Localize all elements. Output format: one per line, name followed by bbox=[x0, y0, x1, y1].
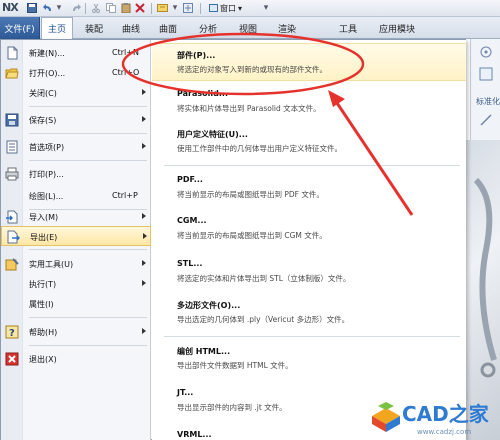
menu-item-export[interactable]: 导出(E) bbox=[1, 226, 151, 246]
window-menu-label: 窗口 bbox=[220, 3, 236, 13]
repeat-command-icon[interactable] bbox=[156, 2, 170, 14]
touch-mode-icon[interactable] bbox=[182, 2, 194, 14]
quick-access-toolbar: NX ▾ ▾ 窗口 ▾ ▾ bbox=[0, 0, 500, 17]
export-submenu: 部件(P)... 将选定的对象写入到新的或现有的部件文件。 Parasolid.… bbox=[152, 40, 466, 440]
menu-item-import[interactable]: 导入(M) bbox=[1, 207, 151, 227]
export-option-stl[interactable]: STL... 将选定的实体和片体导出到 STL（立体制版）文件。 bbox=[152, 253, 466, 291]
export-option-polygon[interactable]: 多边形文件(O)... 导出选定的几何体到 .ply（Vericut 多边形）文… bbox=[152, 294, 466, 332]
preferences-icon bbox=[5, 140, 19, 154]
menu-item-properties[interactable]: 属性(I) bbox=[1, 294, 151, 314]
undo-dropdown-icon[interactable]: ▾ bbox=[55, 2, 63, 14]
export-option-pdf[interactable]: PDF... 将当前显示的布局或图纸导出到 PDF 文件。 bbox=[152, 169, 466, 207]
undo-icon[interactable] bbox=[42, 2, 54, 14]
menu-item-execute[interactable]: 执行(T) bbox=[1, 274, 151, 294]
open-folder-icon bbox=[5, 66, 19, 80]
tool-icon[interactable] bbox=[479, 45, 493, 59]
redo-icon[interactable] bbox=[70, 2, 82, 14]
export-option-part[interactable]: 部件(P)... 将选定的对象写入到新的或现有的部件文件。 bbox=[152, 43, 466, 81]
menu-item-open[interactable]: 打开(O)... Ctrl+O bbox=[1, 63, 151, 83]
watermark-url: www.cadzj.com bbox=[417, 428, 472, 436]
exit-icon bbox=[5, 352, 19, 366]
export-option-html[interactable]: 编创 HTML... 导出部件文件数据到 HTML 文件。 bbox=[152, 340, 466, 378]
watermark-text: CAD之家 bbox=[402, 402, 489, 426]
tab-home[interactable]: 主页 bbox=[41, 17, 73, 39]
menu-item-new[interactable]: 新建(N)... Ctrl+N bbox=[1, 43, 151, 63]
line-tool-icon[interactable] bbox=[479, 113, 493, 127]
new-file-icon bbox=[5, 46, 19, 60]
cut-icon[interactable] bbox=[90, 2, 102, 14]
menu-item-exit[interactable]: 退出(X) bbox=[1, 349, 151, 369]
tab-view[interactable]: 视图 bbox=[230, 17, 266, 39]
export-icon bbox=[6, 230, 21, 244]
customize-toolbar-icon[interactable]: ▾ bbox=[262, 2, 270, 14]
chevron-down-icon: ▾ bbox=[238, 3, 243, 13]
tool-icon[interactable] bbox=[479, 67, 493, 81]
window-icon bbox=[209, 4, 218, 12]
menu-item-close[interactable]: 关闭(C) bbox=[1, 83, 151, 103]
nx-logo: NX bbox=[2, 1, 19, 14]
tab-tools[interactable]: 工具 bbox=[330, 17, 366, 39]
tab-file[interactable]: 文件(F) bbox=[0, 17, 40, 39]
tab-curve[interactable]: 曲线 bbox=[114, 17, 148, 39]
import-icon bbox=[5, 210, 19, 224]
menu-item-print[interactable]: 打印(P)... bbox=[1, 164, 151, 184]
tab-render[interactable]: 渲染 bbox=[268, 17, 306, 39]
file-menu-list: 新建(N)... Ctrl+N 打开(O)... Ctrl+O 关闭(C) 保存… bbox=[1, 40, 151, 440]
submenu-arrow-icon bbox=[142, 116, 146, 122]
tab-analysis[interactable]: 分析 bbox=[188, 17, 228, 39]
delete-icon[interactable] bbox=[134, 2, 146, 14]
printer-icon bbox=[5, 167, 19, 181]
submenu-arrow-icon bbox=[142, 328, 146, 334]
standardize-label: 标准化 bbox=[476, 97, 500, 106]
help-icon: ? bbox=[5, 325, 19, 339]
svg-text:?: ? bbox=[9, 328, 15, 339]
save-icon bbox=[5, 113, 19, 127]
menu-item-plot[interactable]: 绘图(L)... Ctrl+P bbox=[1, 186, 151, 206]
ribbon-tab-bar: 文件(F) 主页 装配 曲线 曲面 分析 视图 渲染 工具 应用模块 bbox=[0, 17, 500, 39]
utilities-icon bbox=[5, 257, 19, 271]
submenu-arrow-icon bbox=[142, 260, 146, 266]
submenu-arrow-icon bbox=[142, 143, 146, 149]
menu-item-preferences[interactable]: 首选项(P) bbox=[1, 137, 151, 157]
submenu-arrow-icon bbox=[143, 233, 147, 239]
menu-item-help[interactable]: ? 帮助(H) bbox=[1, 322, 151, 342]
export-option-parasolid[interactable]: Parasolid... 将实体和片体导出到 Parasolid 文本文件。 bbox=[152, 83, 466, 121]
export-option-udf[interactable]: 用户定义特征(U)... 使用工作部件中的几何体导出用户定义特征文件。 bbox=[152, 123, 466, 161]
window-menu[interactable]: 窗口 ▾ bbox=[209, 2, 242, 14]
tab-surface[interactable]: 曲面 bbox=[150, 17, 186, 39]
export-option-cgm[interactable]: CGM... 将当前显示的布局或图纸导出到 CGM 文件。 bbox=[152, 210, 466, 248]
submenu-arrow-icon bbox=[142, 280, 146, 286]
file-menu: 新建(N)... Ctrl+N 打开(O)... Ctrl+O 关闭(C) 保存… bbox=[0, 39, 466, 440]
menu-item-utilities[interactable]: 实用工具(U) bbox=[1, 254, 151, 274]
tab-application[interactable]: 应用模块 bbox=[370, 17, 424, 39]
submenu-arrow-icon bbox=[142, 213, 146, 219]
repeat-dropdown-icon[interactable]: ▾ bbox=[171, 2, 179, 14]
copy-icon[interactable] bbox=[105, 2, 117, 14]
paste-icon[interactable] bbox=[120, 2, 132, 14]
save-icon[interactable] bbox=[26, 2, 38, 14]
tab-assembly[interactable]: 装配 bbox=[75, 17, 113, 39]
submenu-arrow-icon bbox=[142, 89, 146, 95]
menu-item-save[interactable]: 保存(S) bbox=[1, 110, 151, 130]
